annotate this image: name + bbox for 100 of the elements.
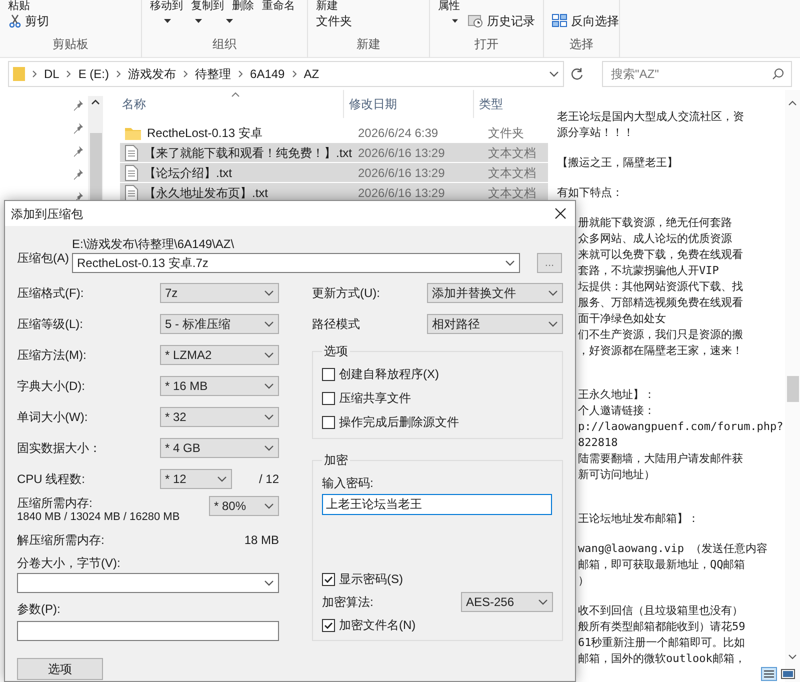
breadcrumb[interactable]: E (E:): [78, 65, 110, 83]
ribbon-command[interactable]: 移动到: [150, 0, 183, 12]
thumbnail-view-icon[interactable]: [780, 667, 796, 681]
column-header[interactable]: 类型: [473, 90, 543, 118]
scrollbar-thumb[interactable]: [786, 376, 798, 402]
field-label: 字典大小(D):: [17, 378, 85, 394]
chevron-right-icon: [66, 70, 72, 78]
file-date: 2026/6/24 6:39: [358, 124, 440, 142]
chevron-right-icon: [116, 70, 122, 78]
ribbon-command[interactable]: 删除: [232, 0, 254, 12]
field-label: 压缩包(A): [17, 250, 70, 267]
input-field[interactable]: [17, 621, 279, 641]
field-label: 加密算法:: [322, 594, 374, 611]
search-icon: [772, 68, 784, 80]
breadcrumb[interactable]: DL: [44, 65, 60, 83]
sort-caret-icon: [231, 92, 240, 97]
caret-icon: [195, 19, 202, 23]
breadcrumb[interactable]: AZ: [304, 65, 320, 83]
file-name: 【来了就能下载和观看！纯免费！】.txt: [144, 144, 352, 162]
column-header[interactable]: 修改日期: [343, 90, 473, 118]
checkbox[interactable]: [322, 572, 335, 586]
ribbon-command[interactable]: 历史记录: [468, 12, 535, 30]
preview-text-line: 【搬运之王，隔壁老王】: [557, 155, 679, 171]
dropdown[interactable]: * 32: [160, 406, 279, 426]
password-field[interactable]: 上老王论坛当老王: [322, 494, 552, 515]
dropdown[interactable]: * 80%: [209, 496, 279, 516]
field-label: 解压缩所需内存:: [17, 532, 104, 549]
dropdown[interactable]: * 4 GB: [160, 438, 279, 458]
file-row[interactable]: RectheLost-0.13 安卓 2026/6/24 6:39 文件夹: [120, 123, 548, 142]
chevron-down-icon: [264, 444, 274, 450]
preview-text-line: 822818: [577, 435, 619, 451]
ribbon-command[interactable]: 剪切: [8, 12, 49, 30]
dropdown[interactable]: RectheLost-0.13 安卓.7z: [72, 253, 520, 273]
refresh-icon[interactable]: [570, 67, 584, 81]
checkbox-label: 操作完成后删除源文件: [339, 414, 459, 431]
address-bar[interactable]: DL E (E:) 游戏发布 待整理 6A149 AZ: [8, 61, 564, 87]
ribbon-command[interactable]: 复制到: [191, 0, 224, 12]
checkbox-label: 创建自释放程序(X): [339, 366, 439, 383]
ribbon-group-label: 组织: [212, 36, 236, 53]
group-title: 加密: [323, 452, 349, 469]
ribbon-command[interactable]: 新建: [316, 0, 338, 12]
checkbox-label: 压缩共享文件: [339, 390, 411, 407]
details-view-icon[interactable]: [761, 667, 777, 681]
decompress-memory: 18 MB: [244, 532, 279, 549]
ribbon-command[interactable]: 文件夹: [316, 12, 352, 30]
field-label: 输入密码:: [322, 475, 374, 491]
breadcrumb[interactable]: 6A149: [250, 65, 285, 83]
field-label: 单词大小(W):: [17, 408, 88, 426]
close-icon[interactable]: [555, 208, 566, 219]
ribbon-command[interactable]: 重命名: [262, 0, 295, 12]
dropdown[interactable]: * 16 MB: [160, 376, 279, 396]
chevron-down-icon: [264, 320, 274, 326]
chevron-right-icon: [32, 70, 37, 78]
preview-text-line: 王永久地址】：: [577, 387, 656, 403]
file-type: 文件夹: [488, 124, 524, 142]
dropdown[interactable]: 7z: [160, 282, 279, 302]
ribbon-command[interactable]: 反向选择: [552, 12, 619, 30]
checkbox[interactable]: [322, 416, 335, 428]
preview-text-line: 面干净绿色如处女: [577, 311, 667, 327]
preview-text-line: 服务、万部精选视频免费在线观看: [577, 295, 744, 311]
preview-text-line: 老王论坛是国内大型成人交流社区，资: [557, 109, 745, 125]
dropdown[interactable]: * LZMA2: [160, 344, 279, 364]
ribbon-command[interactable]: 属性: [438, 0, 460, 12]
preview-text-line: 套路，不坑蒙拐骗他人开VIP: [577, 263, 720, 279]
chevron-right-icon: [238, 70, 244, 78]
preview-text-line: 邮箱，即可获取最新地址，QQ邮箱: [577, 557, 746, 573]
file-row[interactable]: 【论坛介绍】.txt 2026/6/16 13:29 文本文档: [120, 163, 548, 182]
checkbox[interactable]: [322, 368, 335, 380]
pin-icon: [73, 123, 83, 134]
dropdown[interactable]: 5 - 标准压缩: [160, 314, 279, 334]
file-type: 文本文档: [488, 144, 536, 162]
preview-text-line: 个人邀请链接：: [577, 403, 656, 419]
preview-text-line: 陆需要翻墙，大陆用户请发邮件获: [577, 451, 744, 467]
breadcrumb[interactable]: 游戏发布: [128, 65, 176, 83]
preview-text-line: 们不生产资源，我们只是资源的搬: [577, 327, 744, 343]
breadcrumb[interactable]: 待整理: [195, 65, 232, 83]
field-label: 压缩等级(L):: [17, 316, 83, 332]
chevron-down-icon: [505, 260, 515, 266]
field-label: 路径模式: [312, 316, 360, 332]
column-header[interactable]: 名称: [105, 90, 343, 118]
search-field[interactable]: 搜索"AZ": [602, 61, 792, 87]
file-row[interactable]: 【来了就能下载和观看！纯免费！】.txt 2026/6/16 13:29 文本文档: [120, 143, 548, 162]
dropdown[interactable]: 添加并替换文件: [427, 282, 563, 302]
field-label: 分卷大小，字节(V):: [17, 555, 122, 571]
preview-text-line: 般所有类型邮箱都能收到）请花59: [577, 619, 746, 635]
file-type: 文本文档: [488, 164, 536, 182]
chevron-down-icon: [264, 503, 274, 509]
clock-icon: [468, 14, 484, 28]
options-button[interactable]: 选项: [17, 658, 103, 680]
dropdown[interactable]: * 12: [160, 468, 232, 488]
scrollbar[interactable]: [785, 90, 800, 682]
dropdown[interactable]: 相对路径: [427, 314, 563, 334]
caret-icon: [164, 19, 171, 23]
preview-text-line: ，好资源都在隔壁老王家，速来！: [577, 343, 744, 359]
ribbon-command[interactable]: 粘贴: [8, 0, 30, 12]
checkbox[interactable]: [322, 392, 335, 404]
checkbox[interactable]: [322, 618, 335, 632]
dropdown[interactable]: AES-256: [461, 592, 553, 612]
dropdown[interactable]: [17, 573, 279, 593]
thread-total: / 12: [258, 470, 279, 488]
